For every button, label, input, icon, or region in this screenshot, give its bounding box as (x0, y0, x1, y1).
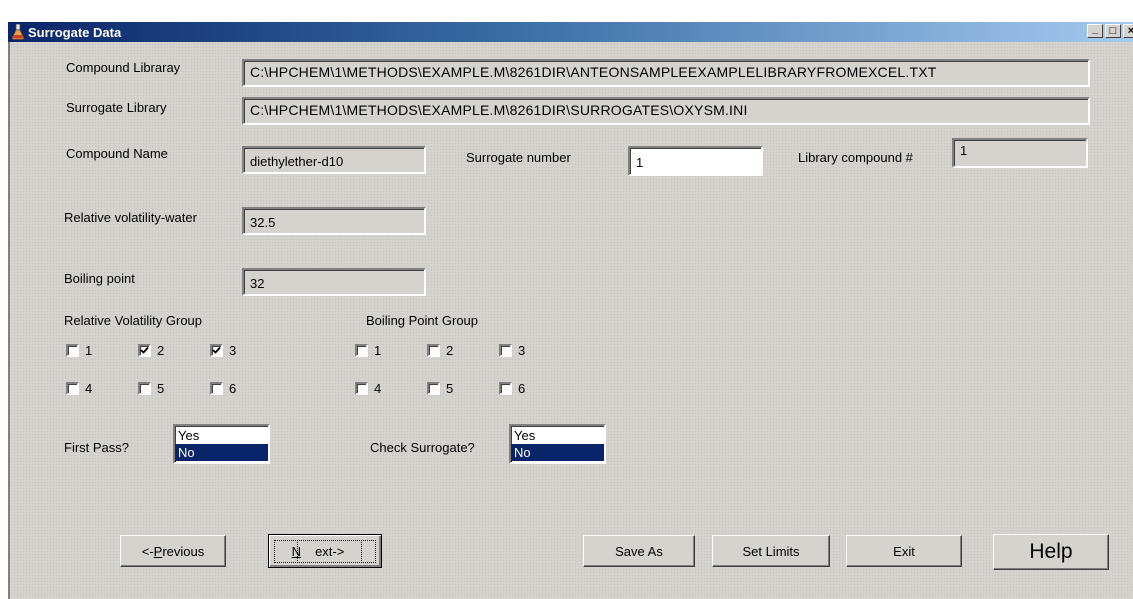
checkbox-box[interactable] (355, 382, 368, 395)
flask-icon (11, 24, 25, 40)
relative-volatility-water-field[interactable]: 32.5 (242, 207, 426, 235)
next-button-label: Next-> (273, 539, 377, 563)
checkbox-box[interactable] (138, 382, 151, 395)
checkmark-icon (212, 346, 221, 354)
help-button[interactable]: Help (993, 534, 1109, 570)
checkbox-box[interactable] (427, 382, 440, 395)
bp-group-checkbox-label: 4 (374, 381, 382, 396)
bp-group-checkbox-1[interactable]: 1 (355, 343, 381, 358)
surrogate-number-label: Surrogate number (466, 150, 571, 165)
relative-volatility-water-label: Relative volatility-water (64, 210, 197, 225)
first-pass-option-yes[interactable]: Yes (175, 427, 268, 444)
close-button[interactable]: × (1123, 24, 1133, 38)
rv-group-checkbox-label: 2 (157, 343, 165, 358)
bp-group-checkbox-label: 3 (518, 343, 526, 358)
rv-group-checkbox-label: 1 (85, 343, 93, 358)
rv-group-checkbox-2[interactable]: 2 (138, 343, 164, 358)
maximize-button[interactable]: □ (1105, 24, 1121, 38)
bp-group-checkbox-label: 2 (446, 343, 454, 358)
rv-group-checkbox-label: 3 (229, 343, 237, 358)
previous-button-label: <-Previous (141, 543, 205, 559)
minimize-button[interactable]: _ (1087, 22, 1103, 38)
bp-group-checkbox-3[interactable]: 3 (499, 343, 525, 358)
compound-library-label: Compound Libraray (66, 60, 181, 75)
bp-group-checkbox-5[interactable]: 5 (427, 381, 453, 396)
next-button[interactable]: Next-> (268, 534, 382, 568)
first-pass-option-no[interactable]: No (175, 444, 268, 461)
checkbox-box[interactable] (138, 344, 151, 357)
bp-group-checkbox-label: 5 (446, 381, 454, 396)
checkbox-box[interactable] (210, 344, 223, 357)
set-limits-button[interactable]: Set Limits (712, 535, 830, 567)
checkbox-box[interactable] (427, 344, 440, 357)
title-bar[interactable]: Surrogate Data _ □ × (8, 22, 1133, 42)
checkbox-box[interactable] (499, 382, 512, 395)
boiling-point-field[interactable]: 32 (242, 268, 426, 296)
rv-group-checkbox-5[interactable]: 5 (138, 381, 164, 396)
bp-group-checkbox-label: 1 (374, 343, 382, 358)
rv-group-checkbox-6[interactable]: 6 (210, 381, 236, 396)
first-pass-listbox[interactable]: Yes No (173, 424, 270, 464)
checkbox-box[interactable] (355, 344, 368, 357)
save-as-button[interactable]: Save As (583, 535, 695, 567)
window-title: Surrogate Data (28, 24, 122, 40)
rv-group-checkbox-label: 5 (157, 381, 165, 396)
bp-group-checkbox-label: 6 (518, 381, 526, 396)
compound-name-field[interactable]: diethylether-d10 (242, 146, 426, 174)
check-surrogate-option-no[interactable]: No (511, 444, 604, 461)
boiling-point-group-label: Boiling Point Group (366, 313, 479, 328)
check-surrogate-label: Check Surrogate? (370, 440, 475, 455)
bp-group-checkbox-4[interactable]: 4 (355, 381, 381, 396)
compound-name-label: Compound Name (66, 146, 168, 161)
relative-volatility-group-label: Relative Volatility Group (64, 313, 203, 328)
surrogate-library-label: Surrogate Library (66, 100, 167, 115)
first-pass-label: First Pass? (64, 440, 130, 455)
compound-library-field[interactable]: C:\HPCHEM\1\METHODS\EXAMPLE.M\8261DIR\AN… (242, 59, 1090, 87)
exit-button[interactable]: Exit (846, 535, 962, 567)
checkbox-box[interactable] (499, 344, 512, 357)
checkmark-icon (140, 346, 149, 354)
rv-group-checkbox-1[interactable]: 1 (66, 343, 92, 358)
minimize-icon: _ (1091, 22, 1099, 35)
check-surrogate-listbox[interactable]: Yes No (509, 424, 606, 464)
checkbox-box[interactable] (210, 382, 223, 395)
bp-group-checkbox-6[interactable]: 6 (499, 381, 525, 396)
rv-group-checkbox-label: 6 (229, 381, 237, 396)
library-compound-label: Library compound # (798, 150, 913, 165)
rv-group-checkbox-3[interactable]: 3 (210, 343, 236, 358)
check-surrogate-option-yes[interactable]: Yes (511, 427, 604, 444)
surrogate-library-field[interactable]: C:\HPCHEM\1\METHODS\EXAMPLE.M\8261DIR\SU… (242, 97, 1090, 125)
previous-button[interactable]: <-Previous (120, 535, 226, 567)
close-icon: × (1127, 24, 1133, 37)
checkbox-box[interactable] (66, 344, 79, 357)
boiling-point-label: Boiling point (64, 271, 135, 286)
maximize-icon: □ (1109, 24, 1117, 37)
checkbox-box[interactable] (66, 382, 79, 395)
rv-group-checkbox-4[interactable]: 4 (66, 381, 92, 396)
rv-group-checkbox-label: 4 (85, 381, 93, 396)
bp-group-checkbox-2[interactable]: 2 (427, 343, 453, 358)
library-compound-field[interactable]: 1 (952, 138, 1088, 168)
surrogate-number-input[interactable]: 1 (628, 146, 763, 176)
